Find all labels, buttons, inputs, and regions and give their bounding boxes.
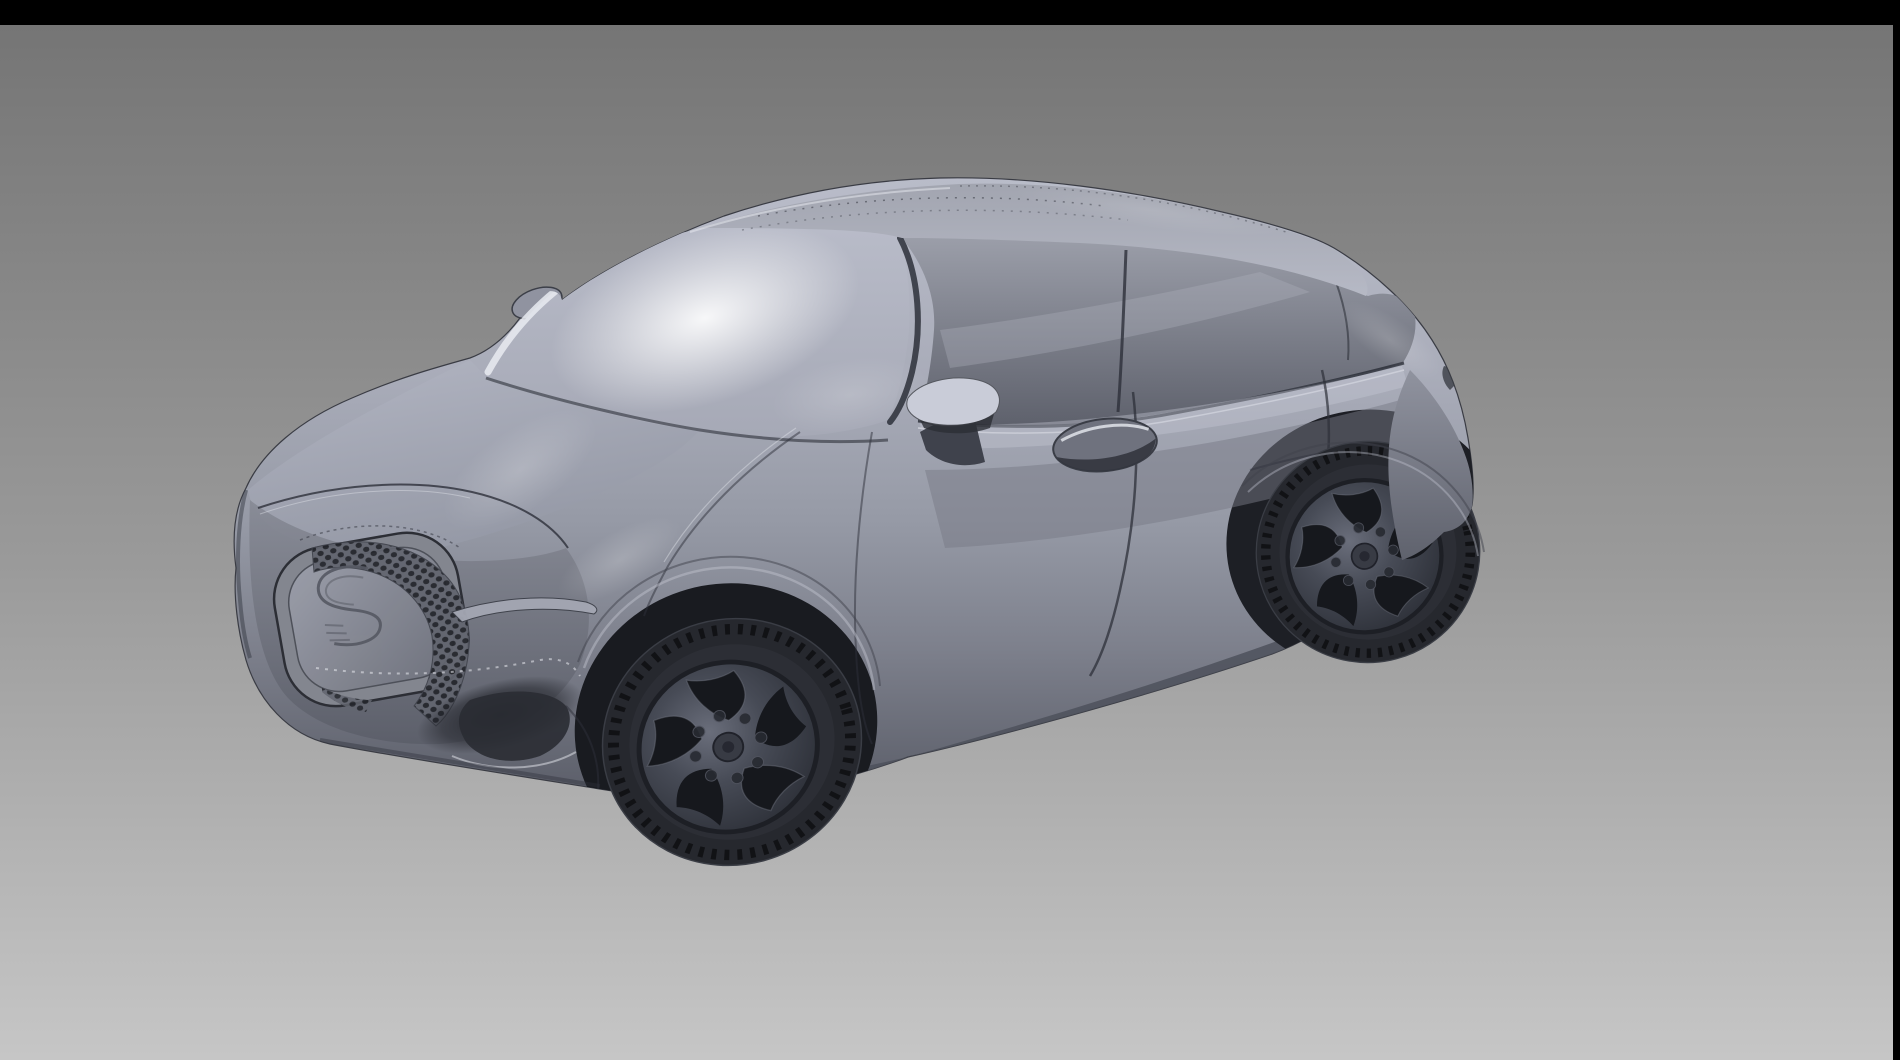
car-model [234, 173, 1530, 905]
car-model-render [0, 25, 1893, 1060]
letterbox-right-bar [1893, 0, 1900, 1060]
screenshot-frame [0, 0, 1900, 1060]
letterbox-top-bar [0, 0, 1900, 25]
viewport-3d[interactable] [0, 25, 1893, 1060]
